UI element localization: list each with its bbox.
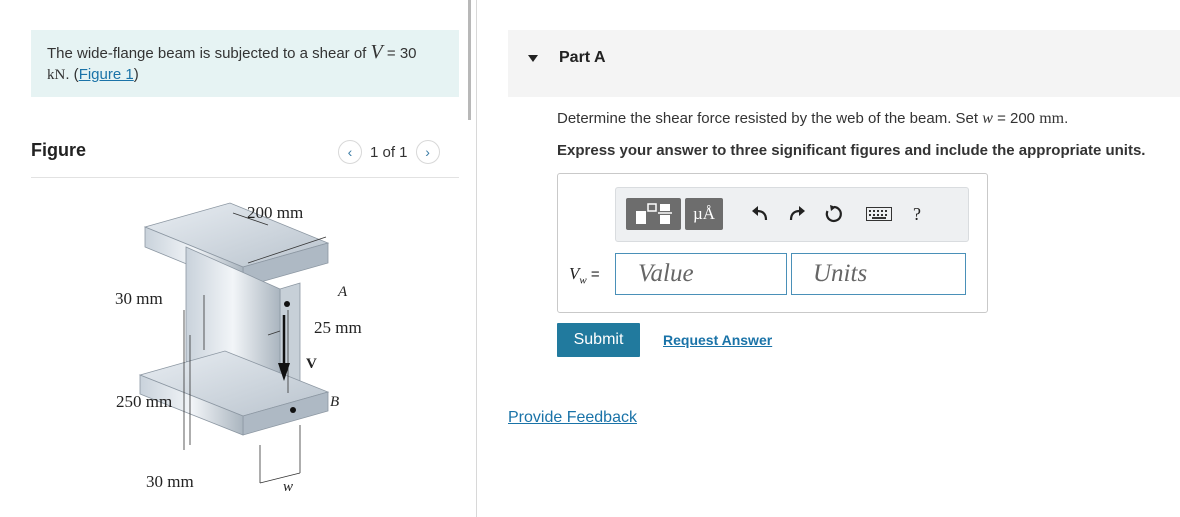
redo-icon xyxy=(789,206,805,221)
math-toolbar: µÅ ? xyxy=(615,187,969,242)
problem-paren-open: . ( xyxy=(65,66,79,83)
question-unit: mm xyxy=(1039,110,1065,127)
figure-title: Figure xyxy=(31,140,87,160)
pane-divider xyxy=(476,0,477,517)
templates-button[interactable] xyxy=(626,198,681,230)
provide-feedback-link[interactable]: Provide Feedback xyxy=(508,409,637,427)
part-title: Part A xyxy=(559,49,606,66)
figure-link[interactable]: Figure 1 xyxy=(79,66,134,83)
question-variable: w xyxy=(982,110,993,127)
templates-icon xyxy=(635,203,672,224)
answer-subscript: w xyxy=(579,274,587,287)
next-figure-button[interactable]: › xyxy=(415,140,440,164)
answer-variable: V xyxy=(569,264,580,283)
reset-icon xyxy=(825,205,842,223)
question-before: Determine the shear force resisted by th… xyxy=(557,110,979,127)
question-end: . xyxy=(1064,110,1069,127)
problem-paren-close: ) xyxy=(133,66,139,83)
beam-figure: 200 mm A 30 mm 25 mm V 250 mm B 30 mm w xyxy=(115,202,362,495)
problem-text-before: The wide-flange beam is subjected to a s… xyxy=(47,45,367,62)
keyboard-button[interactable] xyxy=(864,198,894,230)
problem-unit: kN xyxy=(47,67,66,83)
value-input[interactable] xyxy=(615,253,787,295)
request-answer-link[interactable]: Request Answer xyxy=(663,332,772,348)
pane-resize-handle[interactable] xyxy=(468,0,471,120)
collapse-triangle-icon[interactable] xyxy=(528,55,538,62)
label-flange-bottom: 30 mm xyxy=(146,472,194,491)
units-symbol-button[interactable]: µÅ xyxy=(685,198,723,230)
figure-counter: 1 of 1 xyxy=(370,143,408,161)
label-top-width: 200 mm xyxy=(247,203,303,222)
help-button[interactable]: ? xyxy=(906,198,928,230)
answer-instruction: Express your answer to three significant… xyxy=(557,142,1146,159)
problem-statement-box: The wide-flange beam is subjected to a s… xyxy=(31,30,459,97)
units-input[interactable] xyxy=(791,253,966,295)
problem-equals: = 30 xyxy=(382,45,417,62)
keyboard-icon xyxy=(866,207,892,221)
question-text: Determine the shear force resisted by th… xyxy=(557,110,1068,128)
chevron-right-icon: › xyxy=(425,144,430,160)
label-point-a: A xyxy=(337,284,348,300)
submit-button[interactable]: Submit xyxy=(557,323,640,357)
problem-statement: The wide-flange beam is subjected to a s… xyxy=(47,42,447,86)
chevron-left-icon: ‹ xyxy=(347,144,353,160)
part-a-header[interactable]: Part A xyxy=(508,30,1180,97)
figure-navigation: ‹ 1 of 1 › xyxy=(338,138,440,166)
reset-button[interactable] xyxy=(822,198,846,230)
label-point-b: B xyxy=(330,394,339,410)
point-b-marker xyxy=(290,407,296,413)
undo-button[interactable] xyxy=(749,198,771,230)
label-web-thickness: 25 mm xyxy=(314,318,362,337)
undo-icon xyxy=(752,206,768,221)
problem-variable: V xyxy=(370,41,383,63)
label-shear: V xyxy=(306,356,317,372)
label-flange-top: 30 mm xyxy=(115,289,163,308)
figure-divider xyxy=(31,177,459,178)
question-after: = 200 xyxy=(992,110,1036,127)
label-web-depth: 250 mm xyxy=(116,392,172,411)
answer-variable-label: Vw = xyxy=(569,264,600,286)
answer-equals: = xyxy=(586,266,600,283)
point-a-marker xyxy=(284,301,290,307)
label-w: w xyxy=(283,479,293,495)
previous-figure-button[interactable]: ‹ xyxy=(338,140,362,164)
answer-panel: µÅ ? Vw = Value Units xyxy=(557,173,988,313)
redo-button[interactable] xyxy=(786,198,808,230)
